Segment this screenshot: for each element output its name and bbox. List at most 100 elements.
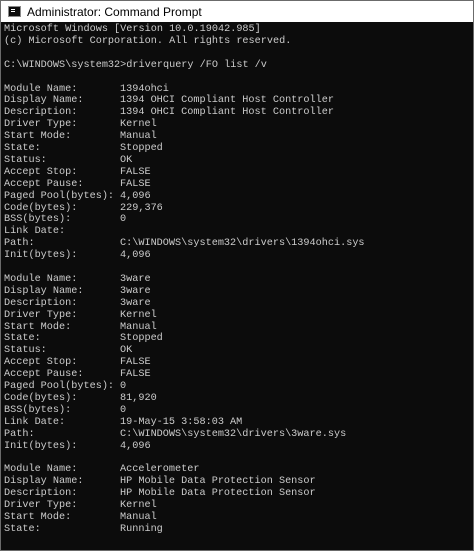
field-label: Link Date: [4,226,66,238]
field-label: Driver Type: [4,309,78,321]
field-label: State: [4,523,41,535]
field-label: Accept Pause: [4,369,84,381]
field-label: Accept Stop: [4,357,78,369]
field-value: 0 [120,404,127,416]
field-label: Init(bytes): [4,250,78,262]
driver-field-row: Display Name: HP Mobile Data Protection S… [4,476,316,488]
driver-field-row: Paged Pool(bytes): 4,096 [4,190,151,203]
field-label: Path: [4,238,35,250]
field-value: Manual [120,511,157,523]
command-prompt-window: Administrator: Command Prompt Microsoft … [0,0,474,551]
field-label: State: [4,143,41,154]
driver-field-row: Path: C:\WINDOWS\system32\drivers\1394ohc… [4,238,365,250]
field-value: 19-May-15 3:58:03 AM [120,416,243,428]
field-label: Module Name: [4,83,78,95]
command-prompt-icon[interactable] [8,6,21,17]
console-header-line: Microsoft Windows [Version 10.0.19042.98… [4,24,261,36]
driver-field-row: Code(bytes): 81,920 [4,392,157,405]
field-value: 4,096 [120,250,151,262]
driver-field-row: State: Stopped [4,333,163,345]
field-value: 1394 OHCI Compliant Host Controller [120,95,334,107]
field-label: Status: [4,154,47,166]
field-value: Stopped [120,333,163,345]
driver-field-row: Start Mode: Manual [4,131,157,143]
field-label: BSS(bytes): [4,214,72,226]
field-label: Path: [4,428,35,440]
driver-field-row: Accept Pause: FALSE [4,369,151,381]
driver-field-row: Start Mode: Manual [4,511,157,524]
driver-field-row: State: Stopped [4,143,163,155]
driver-field-row: Accept Stop: FALSE [4,357,151,369]
field-value: 229,376 [120,202,163,214]
field-value: 4,096 [120,190,151,202]
driver-field-row: Init(bytes): 4,096 [4,250,151,262]
command-line: C:\WINDOWS\system32>driverquery /FO list… [4,60,267,72]
driver-field-row: Description: 3ware [4,297,151,310]
console-header-line: (c) Microsoft Corporation. All rights re… [4,36,291,48]
field-value: Kernel [120,309,157,321]
field-label: Accept Stop: [4,166,78,178]
driver-field-row: Link Date: [4,226,65,238]
field-value: HP Mobile Data Protection Sensor [120,476,316,488]
field-value: C:\WINDOWS\system32\drivers\3ware.sys [120,428,347,440]
window-title: Administrator: Command Prompt [27,4,202,19]
driver-field-row: Start Mode: Manual [4,321,157,334]
field-value: 3ware [120,285,151,297]
field-label: Accept Pause: [4,178,84,190]
field-label: Module Name: [4,273,78,285]
field-value: Stopped [120,143,163,154]
field-label: Description: [4,297,78,309]
field-value: 0 [120,381,127,392]
field-label: Description: [4,488,78,500]
field-label: Display Name: [4,95,84,107]
driver-field-row: Accept Pause: FALSE [4,178,151,191]
field-value: 3ware [120,273,151,285]
field-label: Paged Pool(bytes): [4,381,115,392]
field-value: Manual [120,321,157,333]
field-label: Code(bytes): [4,202,78,214]
field-label: Paged Pool(bytes): [4,190,115,202]
console-header-text: Microsoft Windows [Version 10.0.19042.98… [4,24,261,35]
field-value: Running [120,523,163,535]
field-label: Display Name: [4,285,84,297]
driver-field-row: Description: HP Mobile Data Protection Se… [4,488,316,500]
field-label: Link Date: [4,416,66,428]
field-value: Kernel [120,119,157,131]
field-label: BSS(bytes): [4,404,72,416]
driver-field-row: Display Name: 1394 OHCI Compliant Host Co… [4,95,334,107]
field-label: Code(bytes): [4,392,78,404]
driver-field-row: Link Date: 19-May-15 3:58:03 AM [4,416,242,429]
field-label: Start Mode: [4,511,72,523]
field-label: Driver Type: [4,500,78,511]
driver-field-row: Driver Type: Kernel [4,309,157,322]
driver-field-row: Driver Type: Kernel [4,500,157,512]
field-value: FALSE [120,178,151,190]
field-label: Status: [4,345,47,357]
field-value: HP Mobile Data Protection Sensor [120,488,316,500]
field-value: FALSE [120,357,151,369]
field-label: Start Mode: [4,321,72,333]
driver-field-row: Module Name: 1394ohci [4,83,169,96]
driver-field-row: Status: OK [4,345,132,357]
field-label: Display Name: [4,476,84,488]
field-label: Start Mode: [4,131,72,143]
driver-field-row: Module Name: Accelerometer [4,464,199,476]
driver-field-row: Module Name: 3ware [4,273,151,286]
field-value: OK [120,345,133,357]
driver-field-row: BSS(bytes): 0 [4,214,126,226]
console-output[interactable]: Microsoft Windows [Version 10.0.19042.98… [1,22,473,550]
driver-field-row: State: Running [4,523,163,536]
field-value: 0 [120,214,127,226]
field-value: 81,920 [120,392,157,404]
field-value: FALSE [120,166,151,178]
driver-field-row: Paged Pool(bytes): 0 [4,381,126,393]
driver-field-row: Driver Type: Kernel [4,119,157,131]
driver-field-row: Display Name: 3ware [4,285,151,298]
title-bar[interactable]: Administrator: Command Prompt [1,1,473,22]
field-label: Driver Type: [4,119,78,131]
field-label: Init(bytes): [4,440,78,452]
field-label: Description: [4,107,78,119]
field-label: Module Name: [4,464,78,476]
driver-field-row: Code(bytes): 229,376 [4,202,163,215]
field-value: 4,096 [120,440,151,452]
